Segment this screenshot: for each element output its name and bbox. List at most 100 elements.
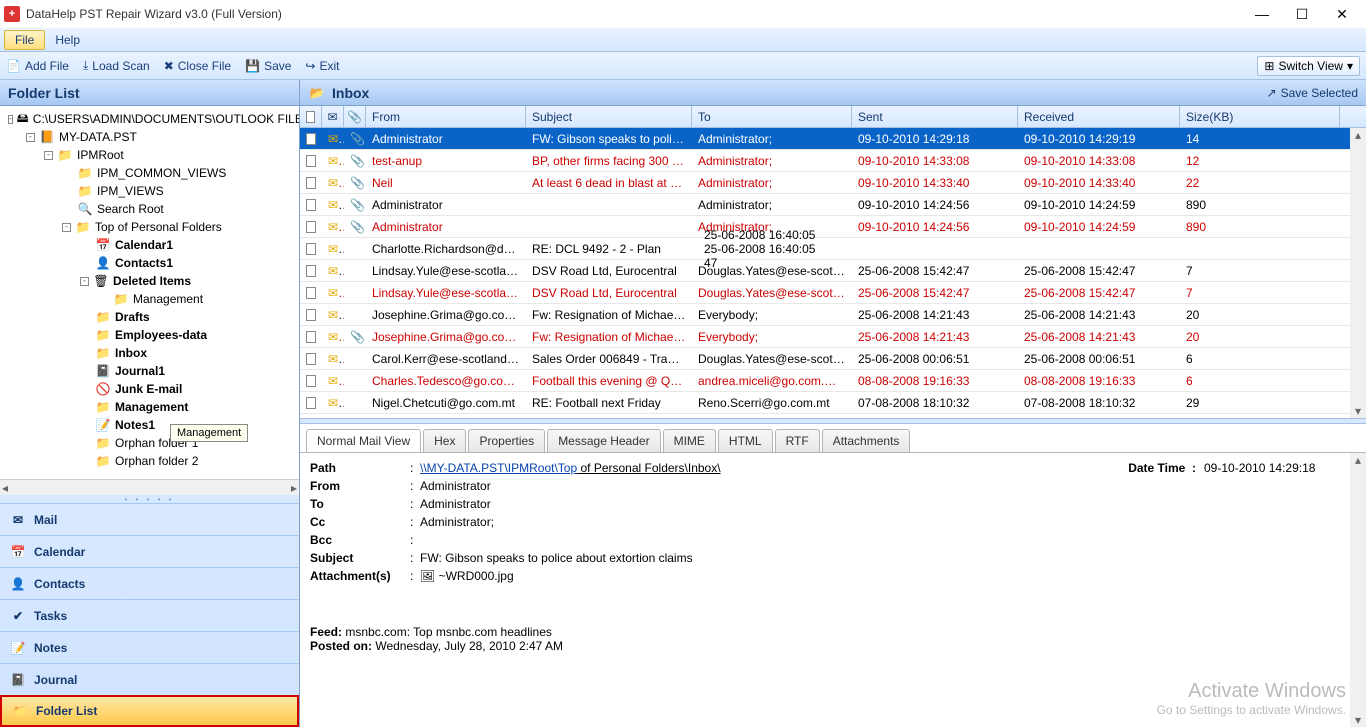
cell-received: 09-10-2010 14:24:59 xyxy=(1018,198,1180,212)
menubar: File Help xyxy=(0,28,1366,52)
tree-item[interactable]: 🔍Search Root xyxy=(2,200,297,218)
column-envelope[interactable]: ✉ xyxy=(322,106,344,127)
tree-item[interactable]: -📁Top of Personal Folders xyxy=(2,218,297,236)
tree-item[interactable]: 👤Contacts1 xyxy=(2,254,297,272)
column-size[interactable]: Size(KB) xyxy=(1180,106,1340,127)
switch-view-button[interactable]: ⊞Switch View▾ xyxy=(1257,56,1360,76)
cell-from: Administrator xyxy=(366,198,526,212)
tree-item-label: IPM_COMMON_VIEWS xyxy=(97,166,226,180)
nav-journal[interactable]: 📓Journal xyxy=(0,663,299,695)
tree-item[interactable]: -🗑Deleted Items xyxy=(2,272,297,290)
tree-item-label: MY-DATA.PST xyxy=(59,130,137,144)
tree-item[interactable]: 📅Calendar1 xyxy=(2,236,297,254)
nav-notes[interactable]: 📝Notes xyxy=(0,631,299,663)
row-checkbox[interactable] xyxy=(306,331,316,343)
message-row[interactable]: ✉📎AdministratorAdministrator;09-10-2010 … xyxy=(300,194,1366,216)
message-row[interactable]: ✉Josephine.Grima@go.com.mtFw: Resignatio… xyxy=(300,304,1366,326)
tree-item[interactable]: 📁Employees-data xyxy=(2,326,297,344)
add-file-button[interactable]: 📄Add File xyxy=(6,59,69,73)
nav-tasks[interactable]: ✔Tasks xyxy=(0,599,299,631)
tree-item[interactable]: 🚫Junk E-mail xyxy=(2,380,297,398)
tab-message-header[interactable]: Message Header xyxy=(547,429,660,452)
tree-item[interactable]: 📁Orphan folder 2 xyxy=(2,452,297,470)
column-sent[interactable]: Sent xyxy=(852,106,1018,127)
save-selected-button[interactable]: ↗Save Selected xyxy=(1267,86,1358,100)
close-file-button[interactable]: ✖Close File xyxy=(164,59,231,73)
message-row[interactable]: ✉📎Josephine.Grima@go.com.mtFw: Resignati… xyxy=(300,326,1366,348)
column-received[interactable]: Received xyxy=(1018,106,1180,127)
tree-item[interactable]: 📁Orphan folder 1 xyxy=(2,434,297,452)
message-row[interactable]: ✉Charles.Tedesco@go.com.mtFootball this … xyxy=(300,370,1366,392)
row-checkbox[interactable] xyxy=(306,177,316,189)
row-checkbox[interactable] xyxy=(306,199,316,211)
column-subject[interactable]: Subject xyxy=(526,106,692,127)
message-row[interactable]: ✉Nigel.Chetcuti@go.com.mtRE: Football ne… xyxy=(300,392,1366,414)
tree-item[interactable]: 📝Notes1 xyxy=(2,416,297,434)
message-row[interactable]: ✉📎test-anupBP, other firms facing 300 la… xyxy=(300,150,1366,172)
expand-toggle[interactable]: - xyxy=(44,151,53,160)
maximize-button[interactable]: ☐ xyxy=(1282,0,1322,28)
expand-toggle[interactable]: - xyxy=(62,223,71,232)
vertical-scrollbar[interactable]: ▴▾ xyxy=(1350,128,1366,418)
cell-size: 890 xyxy=(1180,220,1340,234)
message-row[interactable]: ✉📎AdministratorFW: Gibson speaks to poli… xyxy=(300,128,1366,150)
close-button[interactable]: ✕ xyxy=(1322,0,1362,28)
path-link[interactable]: \\MY-DATA.PST\IPMRoot\Top xyxy=(420,461,577,475)
column-from[interactable]: From xyxy=(366,106,526,127)
expand-toggle[interactable]: - xyxy=(80,277,89,286)
tree-item-label: Deleted Items xyxy=(113,274,191,288)
tree-item[interactable]: 📁Management xyxy=(2,398,297,416)
tree-item[interactable]: 📁Drafts xyxy=(2,308,297,326)
row-checkbox[interactable] xyxy=(306,309,316,321)
row-checkbox[interactable] xyxy=(306,265,316,277)
row-checkbox[interactable] xyxy=(306,155,316,167)
nav-mail[interactable]: ✉Mail xyxy=(0,503,299,535)
message-row[interactable]: ✉📎NeilAt least 6 dead in blast at Ch...A… xyxy=(300,172,1366,194)
message-row[interactable]: ✉Lindsay.Yule@ese-scotland.c...DSV Road … xyxy=(300,260,1366,282)
row-checkbox[interactable] xyxy=(306,353,316,365)
message-row[interactable]: ✉Carol.Kerr@ese-scotland.co.ukSales Orde… xyxy=(300,348,1366,370)
row-checkbox[interactable] xyxy=(306,133,316,145)
tree-item[interactable]: 📁IPM_VIEWS xyxy=(2,182,297,200)
nav-contacts[interactable]: 👤Contacts xyxy=(0,567,299,599)
tab-normal-mail-view[interactable]: Normal Mail View xyxy=(306,429,421,453)
tab-properties[interactable]: Properties xyxy=(468,429,545,452)
message-row[interactable]: ✉Charlotte.Richardson@dexio...RE: DCL 94… xyxy=(300,238,1366,260)
splitter-grip[interactable]: • • • • • xyxy=(0,495,299,503)
row-checkbox[interactable] xyxy=(306,287,316,299)
tree-item[interactable]: 📁IPM_COMMON_VIEWS xyxy=(2,164,297,182)
row-checkbox[interactable] xyxy=(306,221,316,233)
tab-attachments[interactable]: Attachments xyxy=(822,429,911,452)
tab-hex[interactable]: Hex xyxy=(423,429,466,452)
tree-item[interactable]: 📁Inbox xyxy=(2,344,297,362)
tab-mime[interactable]: MIME xyxy=(663,429,716,452)
column-attachment[interactable]: 📎 xyxy=(344,106,366,127)
menu-help[interactable]: Help xyxy=(45,31,90,49)
column-checkbox[interactable] xyxy=(300,106,322,127)
save-button[interactable]: 💾Save xyxy=(245,59,291,73)
message-grid[interactable]: ✉📎AdministratorFW: Gibson speaks to poli… xyxy=(300,128,1366,418)
menu-file[interactable]: File xyxy=(4,30,45,50)
load-scan-button[interactable]: ⤓Load Scan xyxy=(83,58,150,73)
tree-item[interactable]: -📁IPMRoot xyxy=(2,146,297,164)
tree-item[interactable]: -📙MY-DATA.PST xyxy=(2,128,297,146)
nav-calendar[interactable]: 📅Calendar xyxy=(0,535,299,567)
row-checkbox[interactable] xyxy=(306,397,316,409)
tree-item[interactable]: 📁Management xyxy=(2,290,297,308)
exit-button[interactable]: ↪Exit xyxy=(305,59,339,73)
tab-html[interactable]: HTML xyxy=(718,429,773,452)
message-row[interactable]: ✉Lindsay.Yule@ese-scotland.c...DSV Road … xyxy=(300,282,1366,304)
minimize-button[interactable]: — xyxy=(1242,0,1282,28)
detail-scrollbar[interactable]: ▴▾ xyxy=(1350,453,1366,727)
row-checkbox[interactable] xyxy=(306,375,316,387)
expand-toggle[interactable]: - xyxy=(26,133,35,142)
tab-rtf[interactable]: RTF xyxy=(775,429,820,452)
folder-tree[interactable]: -🖴C:\USERS\ADMIN\DOCUMENTS\OUTLOOK FILES… xyxy=(0,106,299,479)
row-checkbox[interactable] xyxy=(306,243,316,255)
tree-item[interactable]: 📓Journal1 xyxy=(2,362,297,380)
expand-toggle[interactable]: - xyxy=(8,115,13,124)
column-to[interactable]: To xyxy=(692,106,852,127)
horizontal-scrollbar[interactable]: ◂▸ xyxy=(0,479,299,495)
tree-item[interactable]: -🖴C:\USERS\ADMIN\DOCUMENTS\OUTLOOK FILES… xyxy=(2,110,297,128)
nav-folder-list[interactable]: 📁Folder List xyxy=(0,695,299,727)
